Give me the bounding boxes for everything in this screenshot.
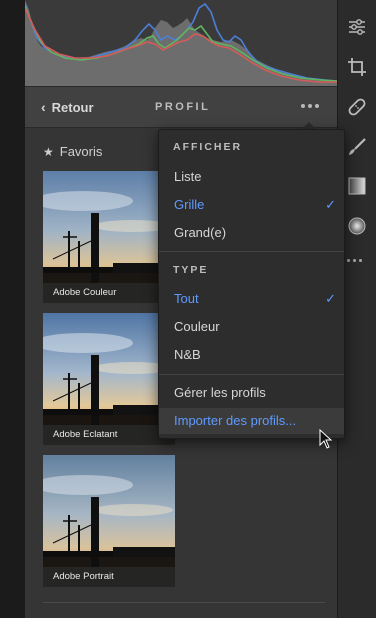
gradient-icon[interactable] — [346, 175, 368, 197]
left-edge — [0, 0, 25, 618]
chevron-left-icon: ‹ — [41, 99, 46, 115]
profile-label: Adobe Couleur — [43, 283, 175, 303]
menu-item-label: Grille — [174, 197, 205, 212]
menu-item-label: Tout — [174, 291, 199, 306]
menu-item-tout[interactable]: Tout ✓ — [159, 286, 344, 312]
menu-item-nb[interactable]: N&B — [159, 342, 344, 368]
more-dot-icon — [301, 104, 305, 108]
radial-icon[interactable] — [346, 215, 368, 237]
panel-header: ‹ Retour PROFIL — [25, 86, 337, 128]
more-dot-icon — [315, 104, 319, 108]
menu-item-manage-profiles[interactable]: Gérer les profils — [159, 380, 344, 406]
menu-separator — [159, 251, 344, 252]
back-button[interactable]: ‹ Retour — [41, 99, 94, 115]
sliders-icon[interactable] — [346, 16, 368, 38]
menu-item-import-profiles[interactable]: Importer des profils... — [159, 408, 344, 434]
panel-title: PROFIL — [155, 101, 211, 113]
brush-icon[interactable] — [346, 136, 368, 158]
more-dot-icon — [359, 258, 362, 262]
menu-item-label: Gérer les profils — [174, 385, 266, 400]
healing-icon[interactable] — [346, 96, 368, 118]
divider — [43, 602, 325, 603]
profile-label: Adobe Eclatant — [43, 425, 175, 445]
profile-thumb-adobe-portrait[interactable]: Adobe Portrait — [43, 455, 175, 587]
more-dot-icon — [308, 104, 312, 108]
menu-item-couleur[interactable]: Couleur — [159, 314, 344, 340]
checkmark-icon: ✓ — [325, 291, 336, 306]
profile-options-menu: AFFICHER Liste Grille ✓ Grand(e) TYPE Tou… — [158, 129, 345, 439]
menu-item-label: Importer des profils... — [174, 413, 297, 428]
star-icon: ★ — [43, 144, 54, 159]
checkmark-icon: ✓ — [325, 197, 336, 212]
section-type: TYPE — [173, 264, 209, 276]
menu-item-label: N&B — [174, 347, 201, 362]
crop-icon[interactable] — [346, 56, 368, 78]
more-icon[interactable] — [347, 255, 369, 265]
favorites-label: Favoris — [59, 144, 103, 159]
menu-item-grand[interactable]: Grand(e) — [159, 220, 344, 246]
profile-thumb-adobe-eclatant[interactable]: Adobe Eclatant — [43, 313, 175, 445]
menu-item-liste[interactable]: Liste — [159, 164, 344, 190]
menu-separator — [159, 374, 344, 375]
menu-item-label: Grand(e) — [174, 225, 227, 240]
more-dot-icon — [347, 258, 350, 262]
menu-item-grille[interactable]: Grille ✓ — [159, 192, 344, 218]
mouse-cursor-icon — [319, 428, 333, 454]
profile-thumb-adobe-couleur[interactable]: Adobe Couleur — [43, 171, 175, 303]
section-afficher: AFFICHER — [173, 141, 243, 153]
favorites-heading[interactable]: ★ Favoris — [43, 144, 102, 159]
more-options-button[interactable] — [295, 95, 325, 117]
menu-item-label: Couleur — [174, 319, 220, 334]
histogram — [25, 0, 337, 86]
more-dot-icon — [353, 258, 356, 262]
menu-item-label: Liste — [174, 169, 202, 184]
profile-label: Adobe Portrait — [43, 567, 175, 587]
back-label: Retour — [51, 99, 94, 115]
